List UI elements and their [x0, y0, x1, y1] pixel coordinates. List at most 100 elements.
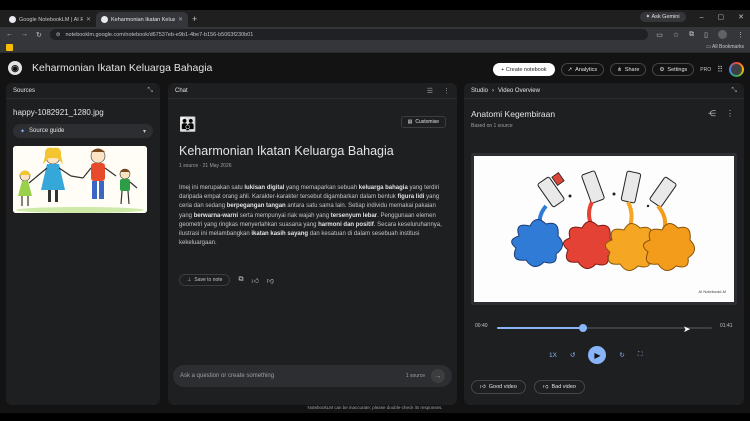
settings-button[interactable]: ⚙ Settings: [652, 63, 695, 76]
all-bookmarks[interactable]: ▭ All Bookmarks: [706, 44, 744, 50]
browser-tab-title: Google NotebookLM | AI Rese...: [19, 16, 83, 23]
playback-speed-button[interactable]: 1X: [549, 352, 557, 359]
apps-grid-icon[interactable]: ⠿: [717, 65, 723, 74]
collapse-panel-icon[interactable]: ⤡: [147, 87, 153, 95]
play-icon[interactable]: ▶: [588, 346, 607, 364]
browser-tabstrip: Google NotebookLM | AI Rese... ✕ Keharmo…: [0, 10, 750, 27]
close-icon[interactable]: ✕: [86, 16, 91, 23]
video-frame: AI NotebookLM: [474, 156, 734, 302]
bookmark-star-icon[interactable]: ☆: [673, 31, 679, 39]
pin-icon: ⊥: [187, 277, 192, 283]
collapse-panel-icon[interactable]: ⤡: [731, 87, 737, 95]
close-icon[interactable]: ✕: [178, 16, 183, 23]
summary-highlight: ikatan kasih sayang: [251, 231, 309, 238]
new-tab-icon[interactable]: +: [192, 14, 197, 24]
more-vert-icon[interactable]: ⋮: [443, 87, 450, 95]
playback-controls: 1X ↺ ▶ ↻ ⛶: [549, 346, 642, 364]
summary-text: serta mempunyai riak wajah yang: [238, 212, 331, 219]
rewind-icon[interactable]: ↺: [570, 351, 575, 359]
paint-orange: [643, 176, 695, 271]
summary-text: yang memaparkan sebuah: [284, 185, 359, 191]
site-info-icon[interactable]: ⊜: [56, 32, 61, 38]
chevron-right-icon: ›: [492, 87, 495, 94]
share-button[interactable]: ⋔ Share: [610, 63, 647, 76]
header-actions: + Create notebook ↗ Analytics ⋔ Share ⚙ Set…: [493, 62, 744, 77]
save-to-note-label: Save to note: [194, 277, 223, 283]
thumbs-down-icon: 👎︎: [542, 384, 549, 390]
notebooklm-app: ◉ Keharmonian Ikatan Keluarga Bahagia + …: [0, 53, 750, 413]
good-video-label: Good video: [488, 384, 517, 390]
disclaimer: NotebookLM can be inaccurate; please dou…: [307, 405, 443, 410]
save-to-note-button[interactable]: ⊥ Save to note: [179, 274, 231, 286]
forward-icon[interactable]: →: [21, 31, 28, 38]
studio-breadcrumb-link[interactable]: Studio: [471, 88, 488, 94]
notebooklm-logo-icon[interactable]: ◉: [8, 61, 22, 75]
chat-input-placeholder: Ask a question or create something: [180, 373, 275, 379]
profile-avatar[interactable]: [718, 30, 727, 39]
menu-icon[interactable]: ⋮: [737, 31, 744, 39]
maximize-icon[interactable]: ▢: [718, 13, 725, 21]
cast-icon[interactable]: ▭: [656, 31, 663, 39]
chat-heading: Chat: [175, 87, 188, 94]
share-icon[interactable]: ⋲: [708, 109, 716, 118]
good-video-button[interactable]: 👍︎ Good video: [471, 380, 526, 394]
studio-header: Studio › Video Overview ⤡: [464, 83, 744, 99]
thumbs-down-icon[interactable]: 👎︎: [267, 276, 274, 285]
sources-panel: Sources ⤡ happy-1082921_1280.jpg ✦ Sourc…: [6, 83, 160, 405]
bookmark-folder-icon[interactable]: [6, 43, 13, 51]
source-image-thumbnail[interactable]: [13, 146, 147, 213]
summary-highlight: tersenyum lebar: [330, 212, 378, 219]
browser-tab[interactable]: Google NotebookLM | AI Rese... ✕: [4, 12, 96, 27]
ask-gemini-button[interactable]: ✦ Ask Gemini: [639, 12, 686, 22]
source-file-name: happy-1082921_1280.jpg: [13, 108, 104, 117]
breadcrumb-current: Video Overview: [498, 87, 540, 94]
ask-gemini-label: Ask Gemini: [651, 14, 680, 20]
video-actions: ⋲ ⋮: [708, 109, 734, 118]
analytics-icon: ↗: [567, 66, 573, 73]
back-icon[interactable]: ←: [6, 31, 13, 38]
reload-icon[interactable]: ↻: [36, 31, 42, 39]
extensions-icon[interactable]: ⧉: [689, 31, 694, 39]
summary-highlight: berwarna-warni: [193, 212, 239, 219]
analytics-button[interactable]: ↗ Analytics: [560, 63, 605, 76]
paint-red: [563, 170, 615, 269]
browser-tab-title: Keharmonian Ikatan Keluar...: [111, 16, 175, 23]
create-notebook-button[interactable]: + Create notebook: [493, 63, 555, 76]
send-arrow-icon[interactable]: →: [431, 369, 445, 383]
chat-input[interactable]: Ask a question or create something 1 sou…: [173, 365, 452, 387]
fullscreen-icon[interactable]: ⛶: [638, 351, 643, 359]
notebooklm-favicon-icon: [101, 16, 108, 23]
minimize-icon[interactable]: –: [700, 14, 704, 21]
address-bar[interactable]: ⊜ notebooklm.google.com/notebook/d67537e…: [49, 29, 649, 40]
browser-tab-active[interactable]: Keharmonian Ikatan Keluar... ✕: [96, 12, 188, 27]
bad-video-button[interactable]: 👎︎ Bad video: [533, 380, 585, 394]
time-current: 00:40: [475, 323, 488, 329]
tune-icon[interactable]: ☰: [427, 87, 433, 95]
avatar[interactable]: [729, 62, 744, 77]
toolbar-actions: ▭ ☆ ⧉ ▯ ⋮: [656, 30, 744, 39]
seek-bar[interactable]: [497, 324, 712, 332]
paint-blue: [511, 172, 565, 267]
share-icon: ⋔: [617, 66, 622, 73]
customise-button[interactable]: ▤ Customise: [400, 116, 446, 128]
close-window-icon[interactable]: ✕: [738, 13, 744, 21]
bad-video-label: Bad video: [551, 384, 576, 390]
notebook-title[interactable]: Keharmonian Ikatan Keluarga Bahagia: [32, 62, 212, 74]
analytics-label: Analytics: [575, 66, 598, 73]
sources-heading: Sources: [13, 87, 36, 94]
source-guide-toggle[interactable]: ✦ Source guide ▾: [13, 124, 153, 138]
chat-content: 👪 ▤ Customise Keharmonian Ikatan Keluarg…: [168, 99, 457, 353]
copy-icon[interactable]: ⧉: [238, 276, 243, 284]
summary-text: Imej ini merupakan satu: [179, 185, 245, 191]
chat-header: Chat ☰ ⋮: [168, 83, 457, 99]
chat-actions: ⊥ Save to note ⧉ 👍︎ 👎︎: [179, 274, 274, 286]
thumbs-up-icon[interactable]: 👍︎: [251, 276, 258, 285]
source-guide-label: Source guide: [29, 128, 65, 134]
video-player[interactable]: AI NotebookLM: [471, 153, 737, 305]
forward-icon[interactable]: ↻: [619, 351, 624, 359]
seek-handle[interactable]: [579, 324, 587, 332]
summary-highlight: berpegangan tangan: [226, 203, 286, 210]
more-vert-icon[interactable]: ⋮: [726, 109, 734, 118]
side-panel-icon[interactable]: ▯: [704, 31, 708, 39]
sources-header: Sources ⤡: [6, 83, 160, 99]
